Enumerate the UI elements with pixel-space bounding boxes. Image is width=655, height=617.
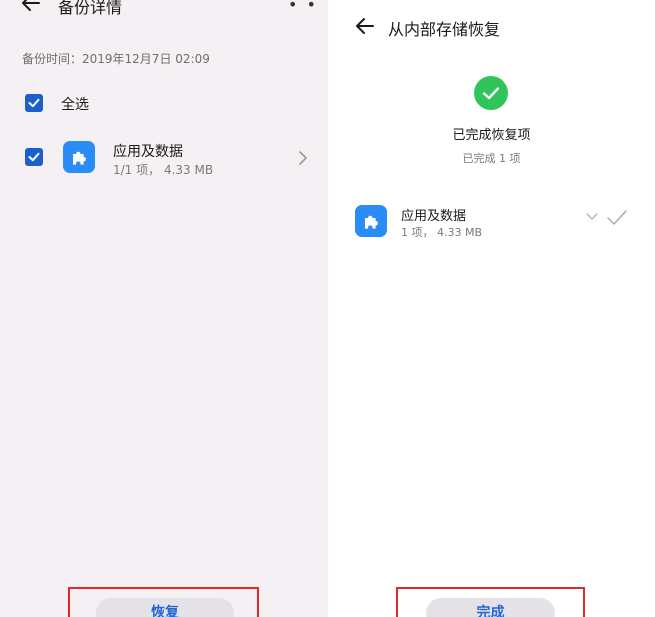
select-all-label[interactable]: 全选: [61, 94, 89, 114]
status-title: 已完成恢复项: [452, 128, 531, 143]
status-subtitle: 已完成 1 项: [462, 152, 521, 165]
back-arrow-icon[interactable]: [354, 15, 376, 37]
restore-from-storage-panel: 从内部存储恢复 已完成恢复项 已完成 1 项 应用及数据 1 项， 4.33 M…: [328, 0, 655, 617]
success-check-icon: [474, 76, 508, 110]
page-title: 备份详情: [58, 0, 123, 17]
item-name[interactable]: 应用及数据: [113, 141, 183, 161]
item-detail: 1/1 项， 4.33 MB: [113, 163, 214, 177]
puzzle-icon: [355, 205, 387, 237]
item-detail: 1 项， 4.33 MB: [401, 226, 483, 239]
item-name: 应用及数据: [401, 209, 467, 224]
highlight-box: [396, 587, 585, 617]
item-checkbox[interactable]: [25, 148, 43, 166]
back-arrow-icon[interactable]: [20, 0, 42, 14]
backup-time-label: 备份时间：2019年12月7日 02:09: [22, 52, 210, 66]
backup-details-panel: 备份详情 • • 备份时间：2019年12月7日 02:09 全选 应用及数据 …: [0, 0, 328, 617]
highlight-box: [68, 587, 259, 617]
more-options-icon[interactable]: • •: [288, 0, 318, 13]
check-icon: [606, 209, 628, 227]
page-title: 从内部存储恢复: [388, 20, 501, 39]
chevron-right-icon[interactable]: [298, 150, 308, 166]
chevron-down-icon[interactable]: [586, 213, 598, 221]
select-all-checkbox[interactable]: [25, 94, 43, 112]
puzzle-icon: [63, 141, 95, 173]
